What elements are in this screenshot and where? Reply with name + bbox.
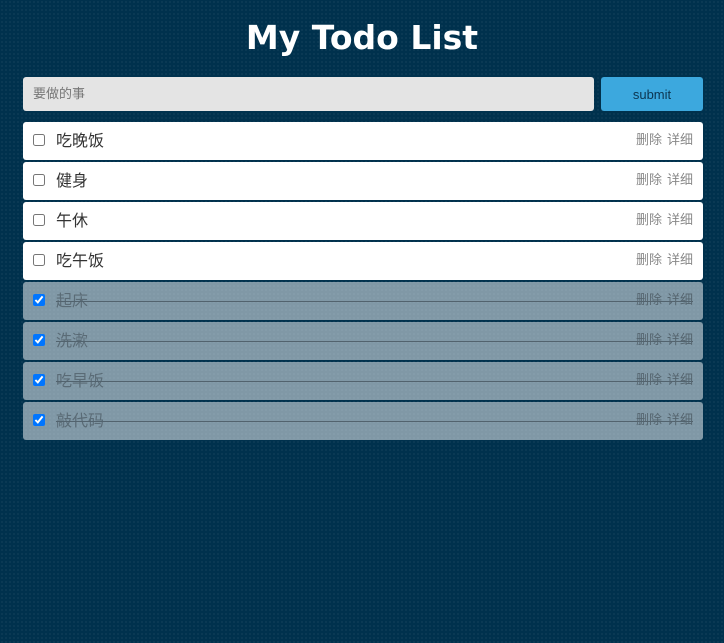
todo-item-done: 敲代码 删除 详细 [23, 402, 703, 440]
delete-link[interactable]: 删除 [636, 253, 662, 268]
todo-actions: 删除 详细 [636, 322, 693, 360]
delete-link[interactable]: 删除 [636, 173, 662, 188]
todo-item: 午休 删除 详细 [23, 202, 703, 240]
todo-text: 吃晚饭 [56, 131, 105, 150]
todo-item: 吃晚饭 删除 详细 [23, 122, 703, 160]
delete-link[interactable]: 删除 [636, 373, 662, 388]
todo-item: 吃午饭 删除 详细 [23, 242, 703, 280]
todo-checkbox[interactable] [33, 214, 45, 226]
detail-link[interactable]: 详细 [667, 133, 693, 148]
delete-link[interactable]: 删除 [636, 213, 662, 228]
strikethrough-line [56, 381, 693, 382]
todo-input[interactable] [23, 77, 594, 111]
todo-item-done: 起床 删除 详细 [23, 282, 703, 320]
todo-checkbox[interactable] [33, 294, 45, 306]
add-todo-form: submit [23, 77, 703, 111]
todo-text: 午休 [56, 211, 89, 230]
detail-link[interactable]: 详细 [667, 413, 693, 428]
todo-actions: 删除 详细 [636, 402, 693, 440]
todo-item: 健身 删除 详细 [23, 162, 703, 200]
todo-actions: 删除 详细 [636, 282, 693, 320]
todo-checkbox[interactable] [33, 334, 45, 346]
strikethrough-line [56, 421, 693, 422]
strikethrough-line [56, 301, 693, 302]
todo-checkbox[interactable] [33, 134, 45, 146]
todo-checkbox[interactable] [33, 374, 45, 386]
detail-link[interactable]: 详细 [667, 253, 693, 268]
submit-button[interactable]: submit [601, 77, 703, 111]
todo-text: 吃午饭 [56, 251, 105, 270]
todo-item-done: 吃早饭 删除 详细 [23, 362, 703, 400]
todo-actions: 删除 详细 [636, 162, 693, 200]
todo-item-done: 洗漱 删除 详细 [23, 322, 703, 360]
delete-link[interactable]: 删除 [636, 133, 662, 148]
todo-actions: 删除 详细 [636, 202, 693, 240]
detail-link[interactable]: 详细 [667, 293, 693, 308]
todo-list: 吃晚饭 删除 详细 健身 删除 详细 午休 删除 详细 吃午饭 删除 详细 起床 删除详… [23, 122, 703, 442]
strikethrough-line [56, 341, 693, 342]
todo-checkbox[interactable] [33, 414, 45, 426]
delete-link[interactable]: 删除 [636, 413, 662, 428]
delete-link[interactable]: 删除 [636, 333, 662, 348]
detail-link[interactable]: 详细 [667, 373, 693, 388]
detail-link[interactable]: 详细 [667, 333, 693, 348]
todo-actions: 删除 详细 [636, 362, 693, 400]
todo-text: 健身 [56, 171, 89, 190]
delete-link[interactable]: 删除 [636, 293, 662, 308]
todo-actions: 删除 详细 [636, 122, 693, 160]
detail-link[interactable]: 详细 [667, 213, 693, 228]
todo-actions: 删除 详细 [636, 242, 693, 280]
todo-checkbox[interactable] [33, 254, 45, 266]
detail-link[interactable]: 详细 [667, 173, 693, 188]
todo-checkbox[interactable] [33, 174, 45, 186]
page-title: My Todo List [245, 18, 479, 57]
